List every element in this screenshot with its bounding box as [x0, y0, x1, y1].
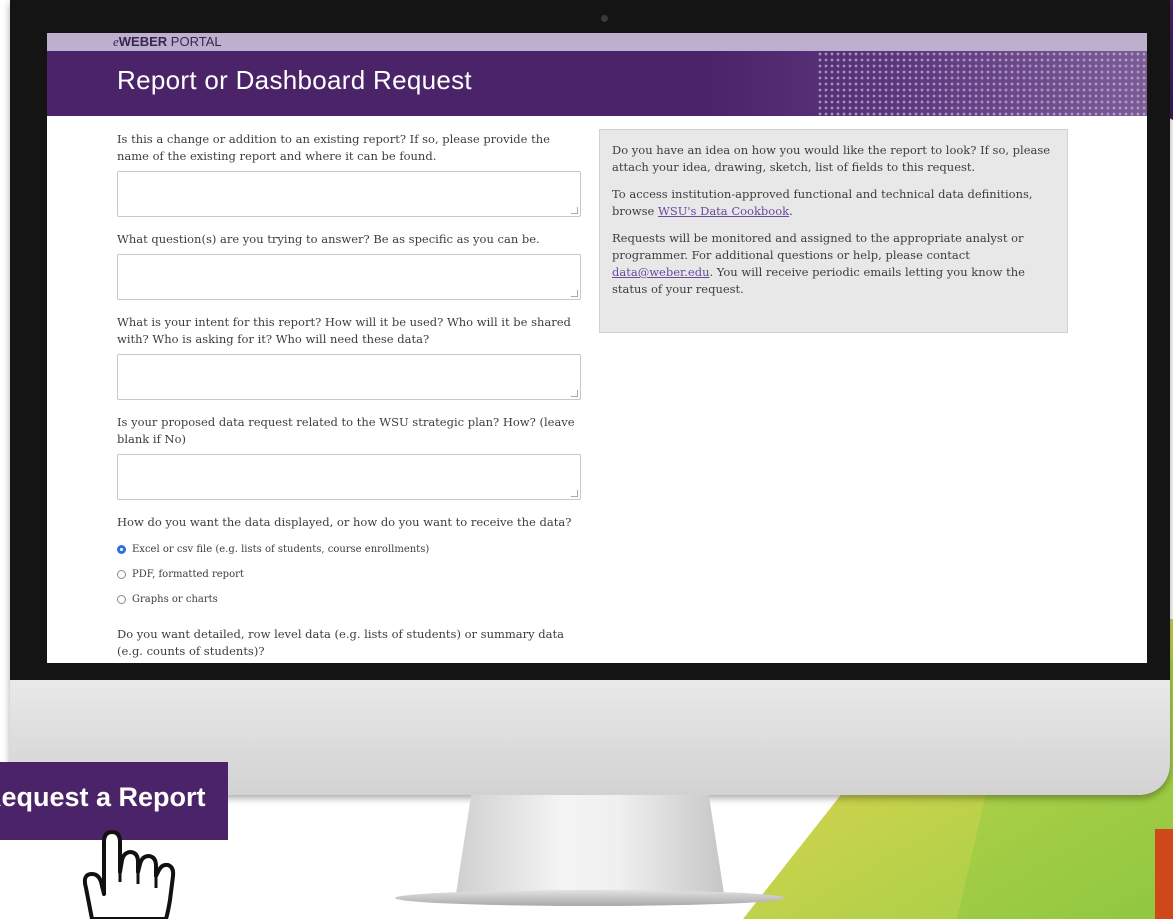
resize-grip-icon[interactable]: [571, 490, 578, 497]
radio-selected-icon[interactable]: [117, 545, 126, 554]
request-form: Is this a change or addition to an exist…: [117, 131, 583, 663]
slide-decoration-orange: [1155, 829, 1173, 919]
resize-grip-icon[interactable]: [571, 290, 578, 297]
monitor-stand-base: [395, 890, 785, 906]
email-link[interactable]: data@weber.edu: [612, 265, 709, 279]
question-label: What question(s) are you trying to answe…: [117, 232, 540, 246]
question-label: Is this a change or addition to an exist…: [117, 132, 550, 163]
display-question-label: How do you want the data displayed, or h…: [117, 515, 572, 529]
portal-screen: eWEBER PORTAL Report or Dashboard Reques…: [47, 33, 1147, 663]
info-paragraph-contact: Requests will be monitored and assigned …: [612, 230, 1055, 298]
info-text: Requests will be monitored and assigned …: [612, 231, 1024, 262]
brand-weber: WEBER: [118, 34, 168, 49]
radio-unselected-icon[interactable]: [117, 595, 126, 604]
display-option-graphs[interactable]: Graphs or charts: [117, 591, 583, 608]
display-option-pdf[interactable]: PDF, formatted report: [117, 566, 583, 583]
page-header: Report or Dashboard Request: [47, 51, 1147, 116]
info-paragraph-attach: Do you have an idea on how you would lik…: [612, 143, 1051, 174]
display-option-label: Graphs or charts: [132, 594, 218, 605]
questions-textarea[interactable]: [117, 254, 581, 300]
question-label: What is your intent for this report? How…: [117, 315, 571, 346]
info-text: .: [789, 204, 793, 218]
radio-unselected-icon[interactable]: [117, 570, 126, 579]
existing-report-textarea[interactable]: [117, 171, 581, 217]
info-paragraph-cookbook: To access institution-approved functiona…: [612, 186, 1055, 220]
brand-portal: PORTAL: [167, 34, 222, 49]
question-label: Is your proposed data request related to…: [117, 415, 575, 446]
detail-question-label: Do you want detailed, row level data (e.…: [117, 627, 564, 658]
info-panel: Do you have an idea on how you would lik…: [599, 129, 1068, 333]
resize-grip-icon[interactable]: [571, 390, 578, 397]
display-option-label: Excel or csv file (e.g. lists of student…: [132, 544, 430, 555]
resize-grip-icon[interactable]: [571, 207, 578, 214]
header-dot-pattern: [817, 51, 1147, 116]
display-option-excel[interactable]: Excel or csv file (e.g. lists of student…: [117, 541, 583, 558]
page-title: Report or Dashboard Request: [117, 65, 472, 95]
display-option-label: PDF, formatted report: [132, 569, 244, 580]
strategic-plan-textarea[interactable]: [117, 454, 581, 500]
hand-pointer-icon: [82, 830, 176, 919]
portal-brand-bar: eWEBER PORTAL: [47, 33, 1147, 51]
monitor-stand: [455, 795, 725, 900]
data-cookbook-link[interactable]: WSU's Data Cookbook: [658, 204, 789, 218]
camera-dot: [601, 15, 608, 22]
intent-textarea[interactable]: [117, 354, 581, 400]
